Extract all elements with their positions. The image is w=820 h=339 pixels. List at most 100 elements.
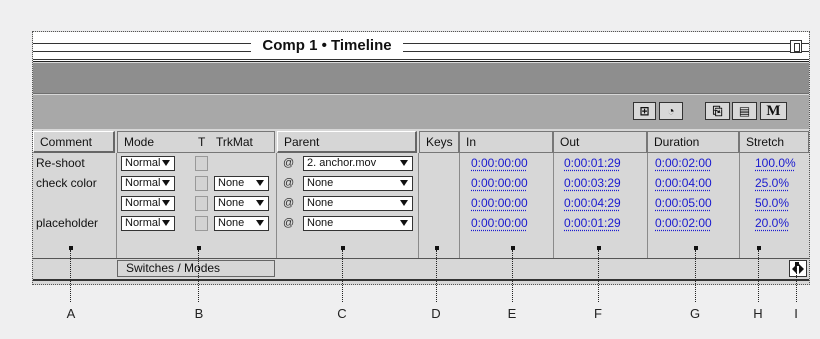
callout-line: [598, 250, 599, 302]
layer-row[interactable]: Normal None @ None 0:00:00:00 0:00:04:29…: [33, 193, 809, 213]
callout-line: [70, 250, 71, 302]
preserve-transparency-checkbox[interactable]: [195, 156, 208, 171]
column-header-keys[interactable]: Keys: [419, 131, 459, 153]
duration-value[interactable]: 0:00:05:00: [655, 193, 712, 213]
column-header-comment[interactable]: Comment: [33, 131, 115, 153]
parent-value: None: [307, 197, 334, 209]
callout-line: [512, 250, 513, 302]
trkmat-dropdown[interactable]: None: [214, 176, 269, 191]
trkmat-dropdown[interactable]: None: [214, 216, 269, 231]
in-point-value[interactable]: 0:00:00:00: [471, 153, 528, 173]
column-header-in[interactable]: In: [459, 131, 553, 153]
callout-label-b: B: [194, 306, 204, 321]
column-header-t[interactable]: T: [198, 132, 205, 152]
pickwhip-icon[interactable]: @: [283, 177, 294, 190]
layer-comment[interactable]: placeholder: [36, 213, 98, 233]
parent-value: None: [307, 217, 334, 229]
preserve-transparency-checkbox[interactable]: [195, 196, 208, 211]
in-point-value[interactable]: 0:00:00:00: [471, 173, 528, 193]
parent-value: 2. anchor.mov: [307, 157, 377, 169]
callout-label-f: F: [594, 306, 602, 321]
callout-line: [342, 250, 343, 302]
column-header-switches: Mode T TrkMat: [117, 131, 275, 153]
stretch-value[interactable]: 100.0%: [755, 153, 796, 173]
column-header-duration[interactable]: Duration: [647, 131, 739, 153]
callout-label-c: C: [337, 306, 347, 321]
mode-dropdown[interactable]: Normal: [121, 176, 175, 191]
out-point-value[interactable]: 0:00:04:29: [564, 193, 621, 213]
frame-blending-icon[interactable]: ▤: [732, 102, 757, 120]
trkmat-value: None: [218, 177, 245, 189]
out-point-value[interactable]: 0:00:01:29: [564, 153, 621, 173]
parent-dropdown[interactable]: None: [303, 176, 413, 191]
parent-dropdown[interactable]: 2. anchor.mov: [303, 156, 413, 171]
mode-value: Normal: [125, 177, 161, 189]
column-header-out[interactable]: Out: [553, 131, 647, 153]
out-point-value[interactable]: 0:00:01:29: [564, 213, 621, 233]
shy-layers-icon[interactable]: ⎘: [705, 102, 730, 120]
callout-label-a: A: [66, 306, 76, 321]
layer-row[interactable]: Re-shoot Normal @ 2. anchor.mov 0:00:00:…: [33, 153, 809, 173]
in-point-value[interactable]: 0:00:00:00: [471, 213, 528, 233]
motion-blur-m-icon[interactable]: M: [760, 102, 787, 120]
mode-value: Normal: [125, 157, 161, 169]
stretch-value[interactable]: 20.0%: [755, 213, 789, 233]
layer-row[interactable]: placeholder Normal None @ None 0:00:00:0…: [33, 213, 809, 233]
callout-label-h: H: [753, 306, 763, 321]
window-bottom-edge: [33, 279, 809, 283]
mode-value: Normal: [125, 197, 161, 209]
parent-dropdown[interactable]: None: [303, 216, 413, 231]
column-header-trkmat[interactable]: TrkMat: [216, 132, 253, 152]
column-header-mode[interactable]: Mode: [124, 135, 154, 149]
duration-value[interactable]: 0:00:04:00: [655, 173, 712, 193]
dropdown-arrow-icon: [256, 220, 264, 226]
preserve-transparency-checkbox[interactable]: [195, 176, 208, 191]
comp-marker-icon[interactable]: ⊞: [633, 102, 656, 120]
mode-dropdown[interactable]: Normal: [121, 156, 175, 171]
callout-line: [796, 266, 797, 302]
pickwhip-icon[interactable]: @: [283, 197, 294, 210]
out-point-value[interactable]: 0:00:03:29: [564, 173, 621, 193]
mode-value: Normal: [125, 217, 161, 229]
callout-line: [436, 250, 437, 302]
callout-label-g: G: [689, 306, 701, 321]
stretch-value[interactable]: 50.0%: [755, 193, 789, 213]
dropdown-arrow-icon: [162, 160, 170, 166]
duration-value[interactable]: 0:00:02:00: [655, 213, 712, 233]
zoom-box-icon[interactable]: [790, 40, 802, 53]
dropdown-arrow-icon: [162, 200, 170, 206]
mode-dropdown[interactable]: Normal: [121, 196, 175, 211]
in-point-value[interactable]: 0:00:00:00: [471, 193, 528, 213]
switches-modes-button[interactable]: Switches / Modes: [117, 260, 275, 277]
preserve-transparency-checkbox[interactable]: [195, 216, 208, 231]
dropdown-arrow-icon: [256, 180, 264, 186]
dropdown-arrow-icon: [162, 220, 170, 226]
motion-blur-icon[interactable]: ◔: [659, 102, 683, 120]
column-header-parent[interactable]: Parent: [277, 131, 417, 153]
dropdown-arrow-icon: [400, 160, 408, 166]
timeline-toolbar: ⊞ ◔ ⎘ ▤ M: [33, 95, 809, 129]
callout-line: [758, 250, 759, 302]
callout-line: [198, 250, 199, 302]
pickwhip-icon[interactable]: @: [283, 157, 294, 170]
stretch-value[interactable]: 25.0%: [755, 173, 789, 193]
dropdown-arrow-icon: [400, 200, 408, 206]
title-bar[interactable]: Comp 1 • Timeline: [33, 32, 809, 62]
duration-value[interactable]: 0:00:02:00: [655, 153, 712, 173]
parent-dropdown[interactable]: None: [303, 196, 413, 211]
trkmat-dropdown[interactable]: None: [214, 196, 269, 211]
trkmat-value: None: [218, 217, 245, 229]
mode-dropdown[interactable]: Normal: [121, 216, 175, 231]
layer-comment[interactable]: Re-shoot: [36, 153, 85, 173]
dropdown-arrow-icon: [256, 200, 264, 206]
callout-label-e: E: [507, 306, 517, 321]
pickwhip-icon[interactable]: @: [283, 217, 294, 230]
callout-label-d: D: [431, 306, 441, 321]
timeline-footer: Switches / Modes: [33, 258, 809, 278]
layer-comment[interactable]: check color: [36, 173, 97, 193]
layer-row[interactable]: check color Normal None @ None 0:00:00:0…: [33, 173, 809, 193]
column-header-stretch[interactable]: Stretch: [739, 131, 809, 153]
dropdown-arrow-icon: [400, 180, 408, 186]
callout-line: [695, 250, 696, 302]
time-ruler-area[interactable]: [33, 63, 809, 94]
